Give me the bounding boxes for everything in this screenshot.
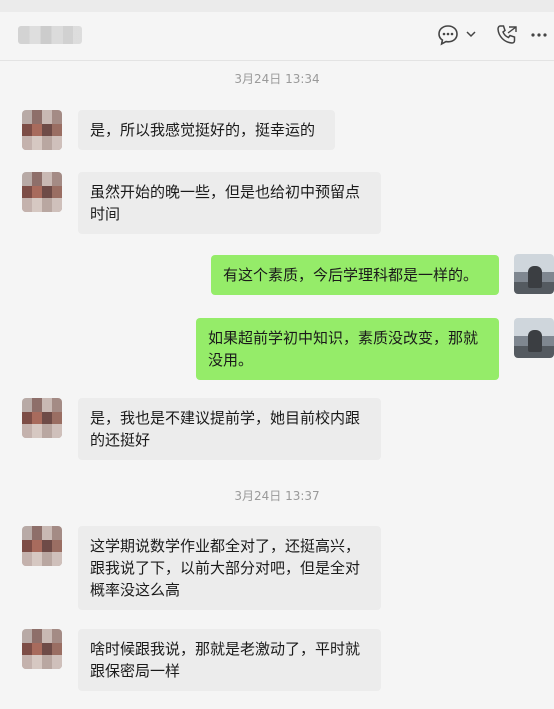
contact-avatar[interactable] (22, 398, 62, 438)
message-timestamp: 3月24日 13:37 (234, 489, 320, 503)
message-timestamp: 3月24日 13:34 (234, 72, 320, 86)
window-top-strip (0, 0, 554, 12)
self-avatar[interactable] (514, 318, 554, 358)
chat-header (0, 12, 554, 61)
message-bubble-incoming: 这学期说数学作业都全对了，还挺高兴，跟我说了下，以前大部分对吧，但是全对概率没这… (78, 526, 381, 610)
more-dots-icon[interactable] (528, 22, 550, 48)
message-bubble-outgoing: 有这个素质，今后学理科都是一样的。 (211, 255, 499, 295)
contact-avatar[interactable] (22, 110, 62, 150)
contact-name-blurred (18, 26, 82, 44)
message-bubble-incoming: 虽然开始的晚一些，但是也给初中预留点时间 (78, 172, 381, 234)
contact-avatar[interactable] (22, 629, 62, 669)
contact-avatar[interactable] (22, 526, 62, 566)
self-avatar[interactable] (514, 254, 554, 294)
phone-icon[interactable] (494, 22, 520, 48)
message-bubble-incoming: 是，我也是不建议提前学，她目前校内跟的还挺好 (78, 398, 381, 460)
chat-bubble-icon[interactable] (438, 22, 478, 48)
message-bubble-outgoing: 如果超前学初中知识，素质没改变，那就没用。 (196, 318, 499, 380)
message-bubble-incoming: 啥时候跟我说，那就是老激动了，平时就跟保密局一样 (78, 629, 381, 691)
contact-avatar[interactable] (22, 172, 62, 212)
message-bubble-incoming: 是，所以我感觉挺好的，挺幸运的 (78, 110, 335, 150)
